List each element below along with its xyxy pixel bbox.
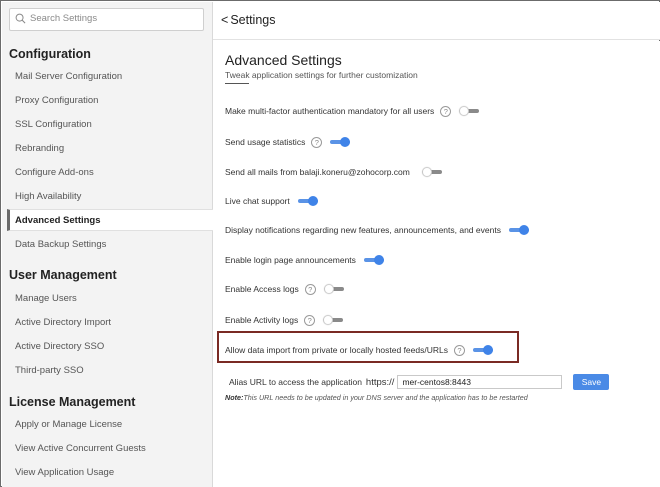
setting-label: Display notifications regarding new feat… <box>225 225 501 235</box>
setting-row-live-chat: Live chat support <box>225 193 318 209</box>
toggle-switch[interactable] <box>459 106 480 116</box>
toggle-switch[interactable] <box>363 255 384 265</box>
sidebar-item-mail-server-configuration[interactable]: Mail Server Configuration <box>7 66 213 88</box>
section-title-user-management: User Management <box>9 268 117 282</box>
note-prefix: Note: <box>225 393 244 402</box>
help-icon[interactable]: ? <box>311 136 323 148</box>
search-input[interactable]: Search Settings <box>9 8 204 31</box>
sidebar-item-ssl-configuration[interactable]: SSL Configuration <box>7 114 213 136</box>
toggle-switch[interactable] <box>323 284 344 294</box>
setting-label: Live chat support <box>225 196 290 206</box>
alias-url-label: Alias URL to access the application <box>229 377 362 387</box>
title-underline <box>225 83 249 84</box>
sidebar-item-high-availability[interactable]: High Availability <box>7 186 213 208</box>
search-placeholder: Search Settings <box>30 13 98 24</box>
search-icon <box>15 13 26 24</box>
toggle-switch[interactable] <box>472 345 493 355</box>
sidebar-item-rebranding[interactable]: Rebranding <box>7 138 213 160</box>
sidebar-item-advanced-settings[interactable]: Advanced Settings <box>7 209 213 231</box>
setting-row-mfa-mandatory: Make multi-factor authentication mandato… <box>225 103 480 119</box>
toggle-switch[interactable] <box>323 315 344 325</box>
toggle-switch[interactable] <box>330 137 351 147</box>
sidebar-item-third-party-sso[interactable]: Third-party SSO <box>7 360 213 382</box>
setting-row-usage-statistics: Send usage statistics ? <box>225 134 351 150</box>
header-bar: < Settings <box>213 2 660 40</box>
alias-url-row: Alias URL to access the application http… <box>229 374 610 390</box>
page-title: Advanced Settings <box>225 52 342 68</box>
setting-label: Enable Access logs <box>225 284 299 294</box>
setting-row-allow-data-import: Allow data import from private or locall… <box>225 342 493 358</box>
help-icon[interactable]: ? <box>304 314 316 326</box>
setting-label: Make multi-factor authentication mandato… <box>225 106 435 116</box>
toggle-switch[interactable] <box>421 167 442 177</box>
main-content: Advanced Settings Tweak application sett… <box>213 41 660 487</box>
help-icon[interactable]: ? <box>440 105 452 117</box>
sidebar-item-proxy-configuration[interactable]: Proxy Configuration <box>7 90 213 112</box>
sidebar: Search Settings Configuration Mail Serve… <box>2 2 213 487</box>
sidebar-item-view-active-concurrent-guests[interactable]: View Active Concurrent Guests <box>7 438 213 460</box>
sidebar-item-active-directory-import[interactable]: Active Directory Import <box>7 312 213 334</box>
help-icon[interactable]: ? <box>453 344 465 356</box>
setting-label: Send all mails from balaji.koneru@zohoco… <box>225 167 410 177</box>
sidebar-item-configure-add-ons[interactable]: Configure Add-ons <box>7 162 213 184</box>
toggle-switch[interactable] <box>297 196 318 206</box>
setting-label: Allow data import from private or locall… <box>225 345 448 355</box>
back-label: Settings <box>230 13 276 27</box>
alias-url-prefix: https:// <box>365 376 395 388</box>
sidebar-item-data-backup-settings[interactable]: Data Backup Settings <box>7 234 213 256</box>
alias-url-input[interactable] <box>397 375 563 389</box>
back-button[interactable]: < Settings <box>221 13 275 27</box>
sidebar-item-active-directory-sso[interactable]: Active Directory SSO <box>7 336 213 358</box>
setting-label: Enable Activity logs <box>225 315 299 325</box>
sidebar-item-manage-users[interactable]: Manage Users <box>7 288 213 310</box>
page-subtitle: Tweak application settings for further c… <box>225 70 418 80</box>
toggle-switch[interactable] <box>508 225 529 235</box>
setting-row-display-notifications: Display notifications regarding new feat… <box>225 222 529 238</box>
save-button[interactable]: Save <box>573 374 610 390</box>
setting-row-send-mails-from: Send all mails from balaji.koneru@zohoco… <box>225 164 442 180</box>
setting-row-access-logs: Enable Access logs ? <box>225 281 344 297</box>
setting-label: Enable login page announcements <box>225 255 356 265</box>
setting-label: Send usage statistics <box>225 137 306 147</box>
section-title-license-management: License Management <box>9 395 136 409</box>
help-icon[interactable]: ? <box>304 283 316 295</box>
sidebar-item-view-application-usage[interactable]: View Application Usage <box>7 462 213 484</box>
sidebar-item-apply-or-manage-license[interactable]: Apply or Manage License <box>7 414 213 436</box>
chevron-left-icon: < <box>221 13 229 27</box>
section-title-configuration: Configuration <box>9 47 91 61</box>
setting-row-activity-logs: Enable Activity logs ? <box>225 312 344 328</box>
settings-window: Search Settings Configuration Mail Serve… <box>0 0 660 487</box>
note-text: This URL needs to be updated in your DNS… <box>243 393 528 402</box>
alias-note: Note:This URL needs to be updated in you… <box>225 393 528 402</box>
setting-row-login-announcements: Enable login page announcements <box>225 252 384 268</box>
